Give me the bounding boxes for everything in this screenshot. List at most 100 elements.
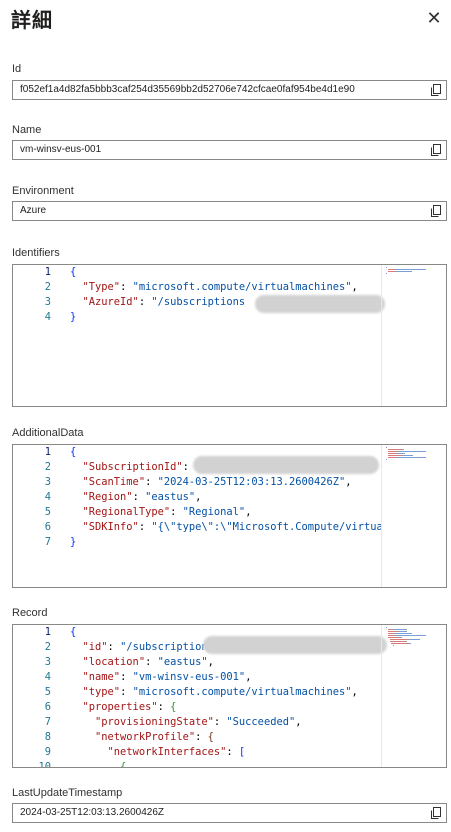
redacted-text (255, 295, 385, 313)
code-text[interactable]: "provisioningState": "Succeeded", (70, 715, 301, 730)
code-text[interactable]: "networkInterfaces": [ (70, 745, 246, 760)
minimap-line (388, 631, 397, 632)
line-number: 1 (44, 266, 51, 278)
line-number: 4 (44, 311, 51, 323)
vertical-scrollbar[interactable] (432, 445, 446, 587)
code-area[interactable]: 1 {2 "Type": "microsoft.compute/virtualma… (13, 265, 382, 406)
redacted-text (203, 636, 387, 654)
last-update-field[interactable]: 2024-03-25T12:03:13.2600426Z (12, 803, 447, 823)
line-number: 3 (44, 476, 51, 488)
minimap-line (390, 639, 407, 640)
code-text[interactable]: { (70, 625, 76, 640)
additional-data-label: AdditionalData (12, 427, 84, 439)
code-text[interactable]: } (70, 535, 76, 550)
minimap-line (388, 271, 396, 272)
close-icon[interactable]: ✕ (423, 7, 445, 29)
code-text[interactable]: "RegionalType": "Regional", (70, 505, 252, 520)
code-text[interactable]: "Region": "eastus", (70, 490, 202, 505)
minimap-line (399, 631, 406, 632)
code-text[interactable]: "properties": { (70, 700, 177, 715)
identifiers-editor[interactable]: 1 {2 "Type": "microsoft.compute/virtualma… (12, 264, 447, 407)
minimap-line (388, 637, 399, 638)
minimap[interactable] (381, 265, 432, 406)
copy-icon[interactable] (429, 806, 443, 820)
name-field[interactable]: vm-winsv-eus-001 (12, 140, 447, 160)
minimap-line (390, 641, 404, 642)
minimap-line (410, 643, 411, 644)
line-number: 6 (44, 521, 51, 533)
minimap-line (395, 635, 426, 636)
last-update-value[interactable]: 2024-03-25T12:03:13.2600426Z (20, 807, 420, 818)
code-text[interactable]: "name": "vm-winsv-eus-001", (70, 670, 252, 685)
minimap-line (406, 641, 407, 642)
minimap-line (397, 453, 404, 454)
minimap-line (403, 455, 412, 456)
line-number: 2 (44, 281, 51, 293)
minimap-line (386, 273, 387, 274)
code-text[interactable]: { (70, 445, 76, 460)
code-text[interactable]: "ScanTime": "2024-03-25T12:03:13.2600426… (70, 475, 352, 490)
panel-title: 詳細 (11, 8, 53, 32)
minimap-line (386, 627, 387, 628)
minimap-line (406, 631, 407, 632)
code-text[interactable]: "networkProfile": { (70, 730, 214, 745)
line-number: 2 (44, 461, 51, 473)
code-text[interactable]: "SDKInfo": "{\"type\":\"Microsoft.Comput… (70, 520, 382, 535)
line-number: 3 (44, 296, 51, 308)
vertical-scrollbar[interactable] (432, 625, 446, 767)
minimap-line (395, 269, 426, 270)
code-text[interactable]: "id": "/subscription (70, 640, 208, 655)
id-label: Id (12, 63, 22, 75)
code-text[interactable]: "location": "eastus", (70, 655, 214, 670)
code-text[interactable]: "AzureId": "/subscriptions (70, 295, 246, 310)
id-field[interactable]: f052ef1a4d82fa5bbb3caf254d35569bb2d52706… (12, 80, 447, 100)
line-number: 6 (44, 701, 51, 713)
record-label: Record (12, 607, 48, 619)
minimap-line (419, 639, 420, 640)
record-editor[interactable]: 1 {2 "id": "/subscription 3 "location": "e… (12, 624, 447, 768)
minimap-line (388, 453, 395, 454)
id-value[interactable]: f052ef1a4d82fa5bbb3caf254d35569bb2d52706… (20, 84, 420, 95)
minimap-line (409, 639, 419, 640)
minimap-line (404, 453, 405, 454)
code-text[interactable]: "Type": "microsoft.compute/virtualmachin… (70, 280, 358, 295)
environment-value[interactable]: Azure (20, 205, 420, 216)
minimap[interactable] (381, 445, 432, 587)
code-text[interactable]: { (70, 760, 126, 767)
line-number: 1 (44, 626, 51, 638)
line-number: 2 (44, 641, 51, 653)
copy-icon[interactable] (429, 204, 443, 218)
minimap-line (399, 451, 426, 452)
minimap-line (401, 637, 402, 638)
line-number: 9 (44, 746, 51, 758)
minimap-line (398, 271, 412, 272)
additional-data-editor[interactable]: 1 {2 "SubscriptionId": 3 "ScanTime": "202… (12, 444, 447, 588)
environment-field[interactable]: Azure (12, 201, 447, 221)
vertical-scrollbar[interactable] (432, 265, 446, 406)
minimap-line (388, 451, 397, 452)
code-text[interactable]: "SubscriptionId": (70, 460, 195, 475)
copy-icon[interactable] (429, 83, 443, 97)
code-text[interactable]: { (70, 265, 76, 280)
copy-icon[interactable] (429, 143, 443, 157)
minimap-line (388, 457, 396, 458)
minimap-line (388, 455, 401, 456)
identifiers-label: Identifiers (12, 247, 60, 259)
minimap-line (412, 455, 413, 456)
minimap-line (386, 267, 387, 268)
line-number: 7 (44, 536, 51, 548)
minimap[interactable] (381, 625, 432, 767)
name-value[interactable]: vm-winsv-eus-001 (20, 144, 420, 155)
code-text[interactable]: } (70, 310, 76, 325)
name-label: Name (12, 124, 42, 136)
line-number: 5 (44, 506, 51, 518)
minimap-line (394, 629, 407, 630)
code-text[interactable]: "type": "microsoft.compute/virtualmachin… (70, 685, 358, 700)
minimap-line (411, 633, 412, 634)
line-number: 3 (44, 656, 51, 668)
line-number: 1 (44, 446, 51, 458)
environment-label: Environment (12, 185, 74, 197)
minimap-line (386, 459, 387, 460)
minimap-line (391, 643, 408, 644)
last-update-label: LastUpdateTimestamp (12, 787, 123, 799)
